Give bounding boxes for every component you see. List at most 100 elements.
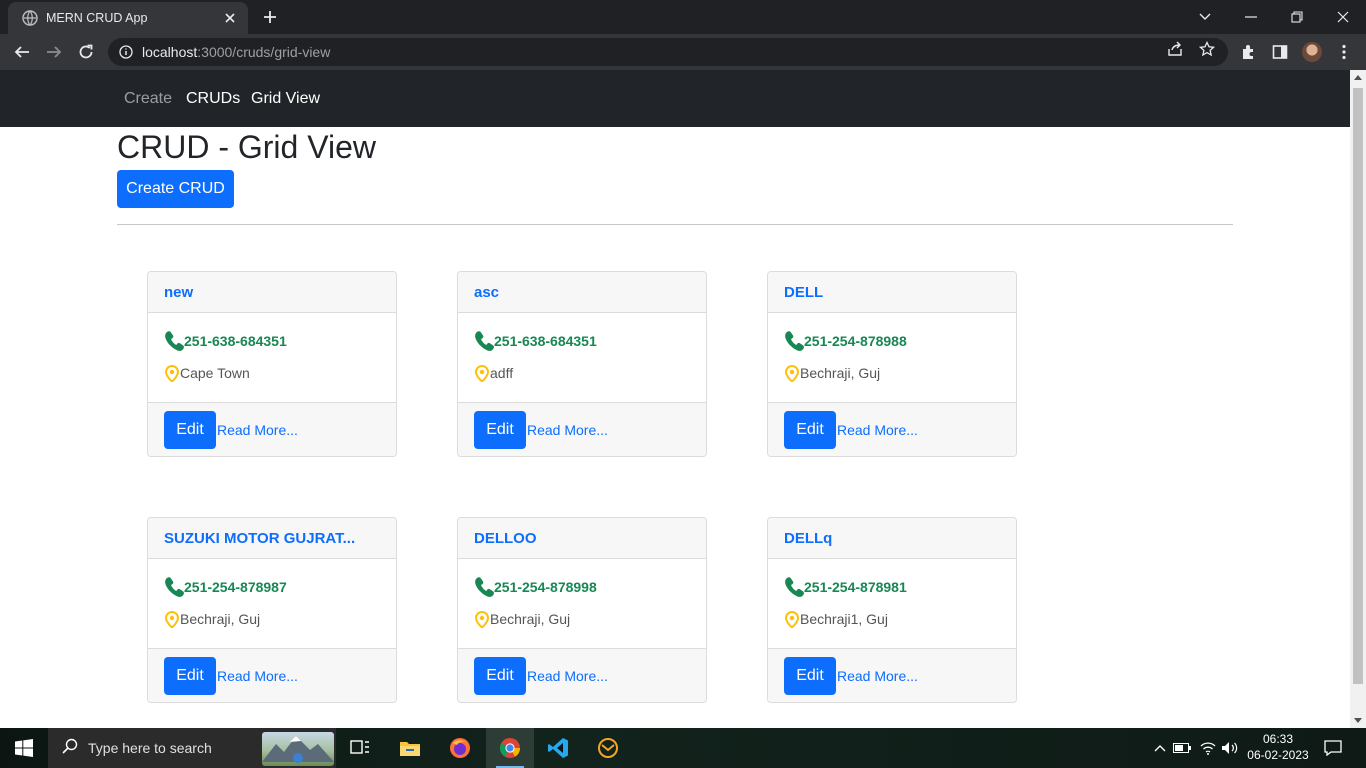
page-viewport: Create CRUDs Grid View CRUD - Grid View … (0, 70, 1350, 728)
firefox-icon[interactable] (436, 728, 484, 768)
card-title-link[interactable]: asc (474, 284, 690, 301)
divider (117, 224, 1233, 225)
bookmark-star-icon[interactable] (1198, 40, 1216, 58)
mail-app-icon[interactable] (584, 728, 632, 768)
browser-tab[interactable]: MERN CRUD App (8, 2, 248, 34)
edit-button[interactable]: Edit (784, 411, 836, 449)
card-title-link[interactable]: SUZUKI MOTOR GUJRAT... (164, 530, 380, 547)
chrome-icon[interactable] (486, 728, 534, 768)
address-bar[interactable]: localhost:3000/cruds/grid-view (108, 38, 1228, 66)
side-panel-icon[interactable] (1270, 42, 1290, 62)
search-highlight-mountain-image[interactable] (262, 732, 334, 766)
back-arrow-icon[interactable] (8, 38, 36, 66)
location-row: Bechraji, Guj (784, 364, 880, 382)
reload-icon[interactable] (72, 38, 100, 66)
scrollbar-thumb[interactable] (1353, 88, 1363, 684)
nav-link-grid-view[interactable]: Grid View (251, 90, 320, 108)
card-footer: Edit Read More... (148, 648, 396, 702)
battery-icon[interactable] (1172, 738, 1192, 758)
windows-start-icon[interactable] (0, 728, 48, 768)
restore-icon[interactable] (1274, 0, 1320, 34)
read-more-link[interactable]: Read More... (837, 668, 918, 684)
close-window-icon[interactable] (1320, 0, 1366, 34)
edit-button[interactable]: Edit (474, 657, 526, 695)
app-navbar: Create CRUDs Grid View (0, 70, 1350, 127)
site-info-icon[interactable] (118, 44, 134, 60)
phone-icon (164, 576, 184, 598)
new-tab-plus-icon[interactable] (258, 7, 282, 27)
vscode-icon[interactable] (534, 728, 582, 768)
page-scrollbar[interactable] (1350, 70, 1366, 728)
task-view-icon[interactable] (336, 728, 384, 768)
close-tab-icon[interactable] (222, 10, 238, 26)
phone-row: 251-254-878987 (164, 576, 287, 598)
card-header: new (148, 272, 396, 313)
forward-arrow-icon[interactable] (40, 38, 68, 66)
browser-tab-bar: MERN CRUD App (0, 0, 1366, 34)
chevron-up-icon[interactable] (1150, 738, 1170, 758)
extensions-puzzle-icon[interactable] (1238, 42, 1258, 62)
card-footer: Edit Read More... (458, 648, 706, 702)
map-pin-icon (164, 610, 180, 628)
card-title-link[interactable]: DELL (784, 284, 1000, 301)
card-body: 251-254-878981 Bechraji1, Guj (768, 559, 1016, 648)
system-clock[interactable]: 06:33 06-02-2023 (1246, 731, 1310, 763)
card-body: 251-638-684351 Cape Town (148, 313, 396, 402)
location-text: adff (490, 365, 514, 381)
location-row: Bechraji1, Guj (784, 610, 888, 628)
notification-icon[interactable] (1322, 738, 1344, 758)
edit-button[interactable]: Edit (784, 657, 836, 695)
location-row: Bechraji, Guj (164, 610, 260, 628)
card-title-link[interactable]: new (164, 284, 380, 301)
crud-card: DELLOO 251-254-878998 Bechraji, Guj Edit Rea… (457, 517, 707, 703)
nav-link-cruds[interactable]: CRUDs (186, 90, 240, 108)
map-pin-icon (164, 364, 180, 382)
card-body: 251-254-878988 Bechraji, Guj (768, 313, 1016, 402)
scroll-up-arrow-icon[interactable] (1354, 75, 1362, 80)
card-header: DELLq (768, 518, 1016, 559)
phone-number: 251-638-684351 (494, 333, 597, 349)
card-title-link[interactable]: DELLq (784, 530, 1000, 547)
volume-icon[interactable] (1220, 738, 1240, 758)
edit-button[interactable]: Edit (164, 411, 216, 449)
card-title-link[interactable]: DELLOO (474, 530, 690, 547)
edit-button[interactable]: Edit (474, 411, 526, 449)
crud-card: DELLq 251-254-878981 Bechraji1, Guj Edit Rea… (767, 517, 1017, 703)
nav-link-create[interactable]: Create (124, 90, 172, 108)
read-more-link[interactable]: Read More... (217, 422, 298, 438)
share-icon[interactable] (1166, 40, 1184, 58)
create-crud-button[interactable]: Create CRUD (117, 170, 234, 208)
card-footer: Edit Read More... (768, 402, 1016, 456)
browser-toolbar: localhost:3000/cruds/grid-view (0, 34, 1366, 70)
location-row: Bechraji, Guj (474, 610, 570, 628)
read-more-link[interactable]: Read More... (837, 422, 918, 438)
card-footer: Edit Read More... (768, 648, 1016, 702)
read-more-link[interactable]: Read More... (217, 668, 298, 684)
tab-search-chevron-icon[interactable] (1182, 0, 1228, 34)
crud-card: new 251-638-684351 Cape Town Edit Read More.… (147, 271, 397, 457)
minimize-icon[interactable] (1228, 0, 1274, 34)
card-header: DELLOO (458, 518, 706, 559)
edit-button[interactable]: Edit (164, 657, 216, 695)
profile-avatar[interactable] (1302, 42, 1322, 62)
phone-icon (474, 576, 494, 598)
card-header: asc (458, 272, 706, 313)
windows-taskbar: Type here to search 06:33 06-02-2023 (0, 728, 1366, 768)
read-more-link[interactable]: Read More... (527, 668, 608, 684)
crud-card: DELL 251-254-878988 Bechraji, Guj Edit Read … (767, 271, 1017, 457)
clock-date: 06-02-2023 (1247, 748, 1309, 762)
file-explorer-icon[interactable] (386, 728, 434, 768)
search-icon (62, 738, 78, 759)
card-body: 251-638-684351 adff (458, 313, 706, 402)
phone-icon (784, 576, 804, 598)
more-vertical-icon[interactable] (1334, 42, 1354, 62)
wifi-icon[interactable] (1198, 738, 1218, 758)
location-text: Bechraji, Guj (490, 611, 571, 627)
read-more-link[interactable]: Read More... (527, 422, 608, 438)
scroll-down-arrow-icon[interactable] (1354, 718, 1362, 723)
phone-number: 251-638-684351 (184, 333, 287, 349)
crud-card: SUZUKI MOTOR GUJRAT... 251-254-878987 Bech… (147, 517, 397, 703)
location-text: Cape Town (180, 365, 250, 381)
url-text: localhost:3000/cruds/grid-view (142, 44, 331, 60)
card-footer: Edit Read More... (458, 402, 706, 456)
